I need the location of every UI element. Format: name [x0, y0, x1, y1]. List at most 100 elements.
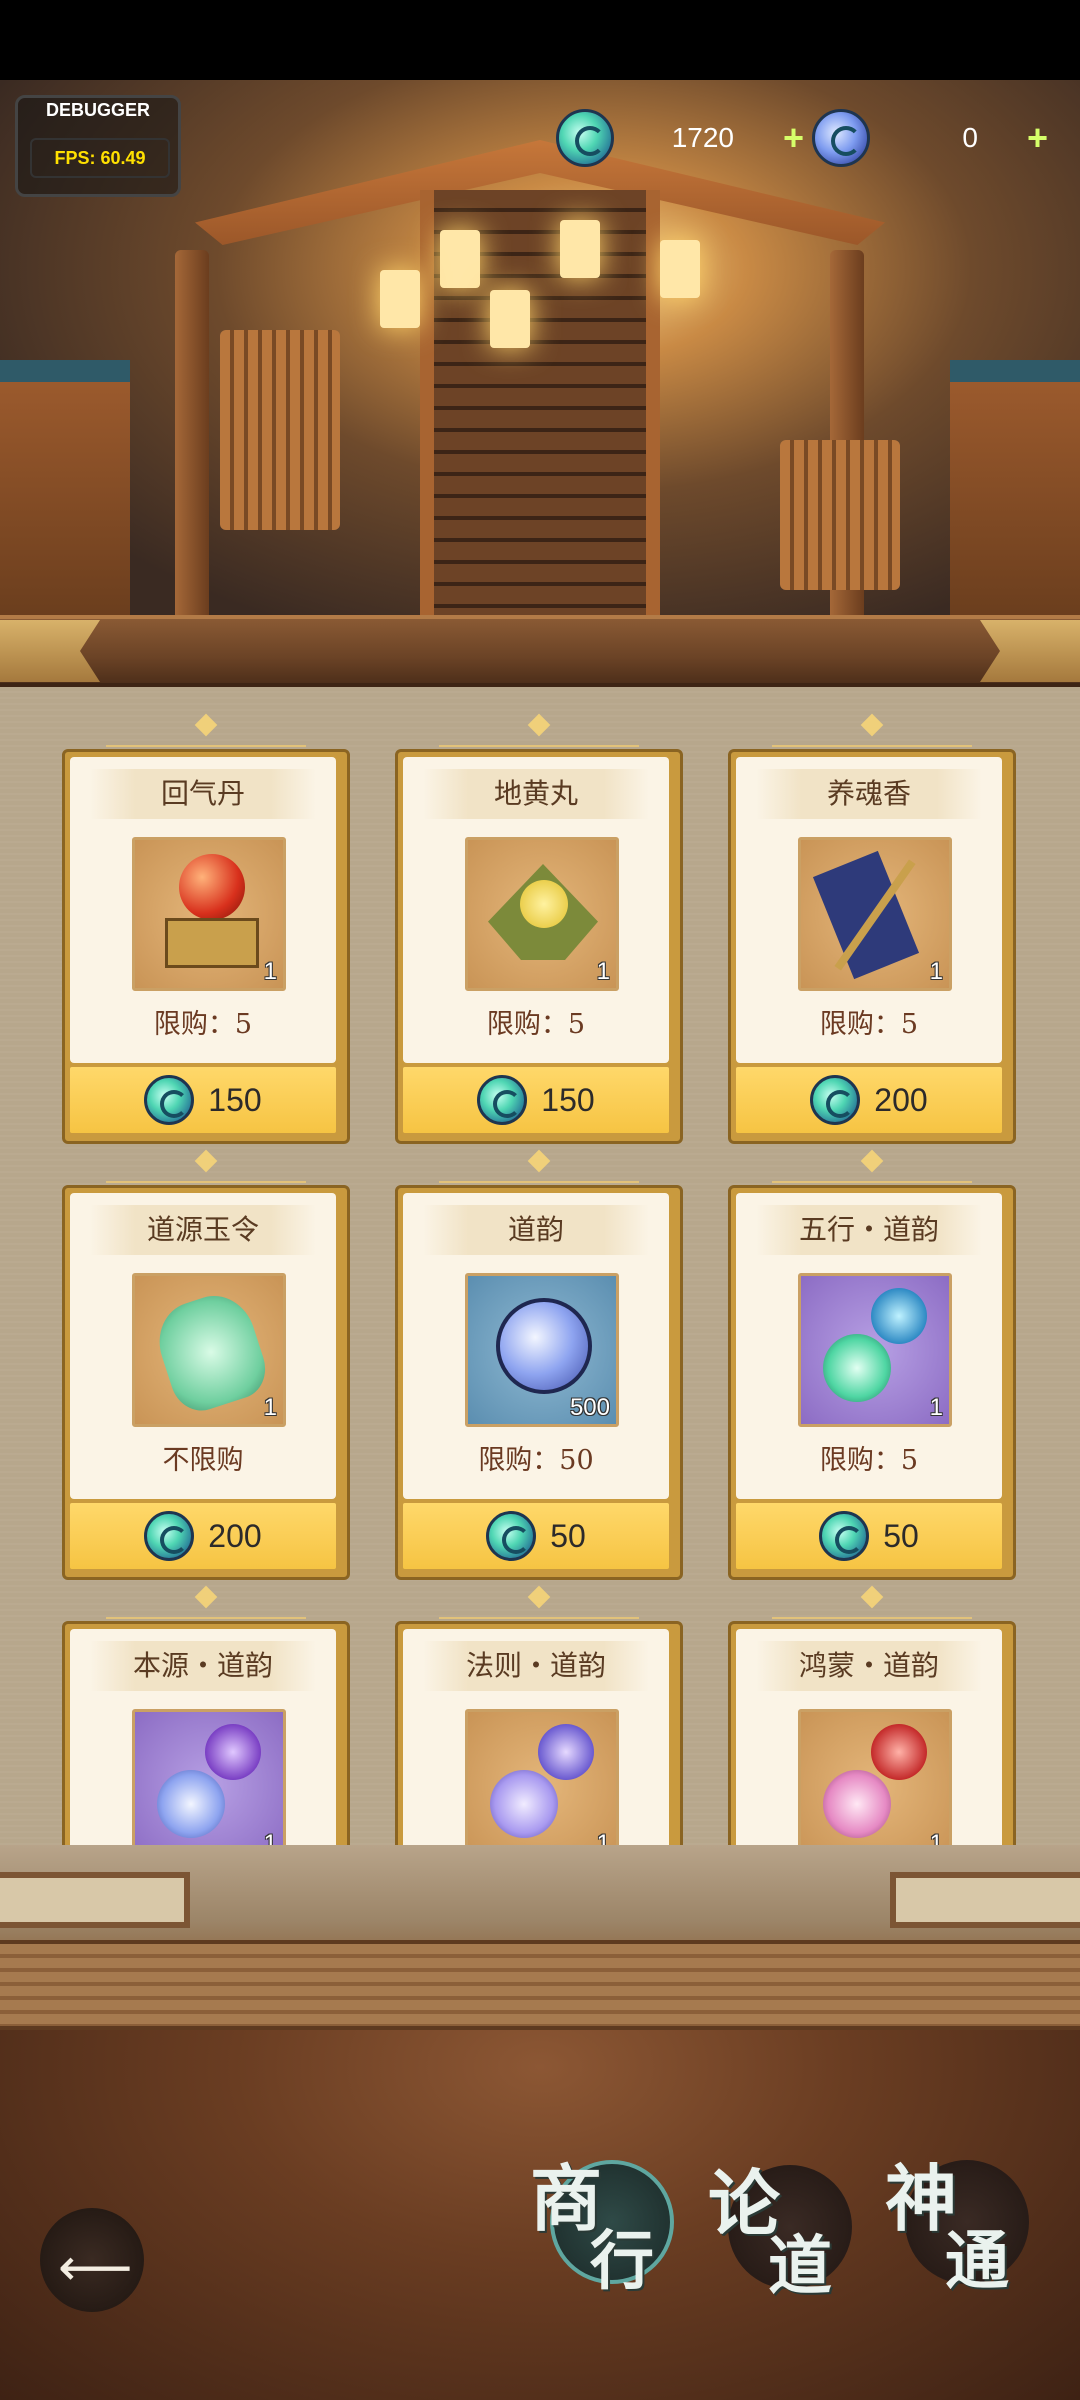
- jade-coin-icon: [477, 1075, 528, 1125]
- back-button[interactable]: ⟵: [40, 2208, 144, 2312]
- item-price: 200: [208, 1517, 262, 1554]
- item-name: 道源玉令: [90, 1205, 316, 1255]
- card-body: 本源・道韵 1: [70, 1629, 336, 1845]
- jade-coin-icon: [810, 1075, 861, 1125]
- back-arrow-icon: ⟵: [58, 2238, 133, 2298]
- frame-bracket: [0, 1872, 190, 1928]
- card-hanger: [106, 1153, 306, 1187]
- fps-readout: FPS: 60.49: [30, 138, 170, 178]
- bookshelf: [220, 330, 340, 530]
- item-price: 150: [208, 1081, 262, 1118]
- card-hanger: [439, 717, 639, 751]
- purchase-limit: 限购：5: [153, 1009, 253, 1040]
- shop-item-card[interactable]: 本源・道韵 1: [62, 1617, 350, 1845]
- tab-skills[interactable]: 神 通: [885, 2140, 1035, 2299]
- card-body: 地黄丸 1 限购：5: [403, 757, 669, 1063]
- card-body: 鸿蒙・道韵 1: [736, 1629, 1002, 1845]
- debugger-title: DEBUGGER: [45, 100, 150, 120]
- buy-button[interactable]: 150: [403, 1067, 669, 1133]
- jade-coin-icon: [144, 1511, 195, 1561]
- jade-coin-icon: [556, 109, 614, 167]
- item-name: 养魂香: [756, 769, 982, 819]
- item-quantity: 1: [929, 1394, 943, 1421]
- card-hanger: [106, 717, 306, 751]
- card-body: 五行・道韵 1 限购：5: [736, 1193, 1002, 1499]
- lantern: [440, 230, 480, 288]
- card-hanger: [439, 1153, 639, 1187]
- buy-button[interactable]: 200: [70, 1503, 336, 1569]
- purchase-limit: 限购：50: [478, 1445, 594, 1476]
- jade-coin-icon: [144, 1075, 195, 1125]
- wooden-beam: [0, 615, 1080, 687]
- lantern: [560, 220, 600, 278]
- item-name: 鸿蒙・道韵: [756, 1641, 982, 1691]
- add-blue-button[interactable]: +: [978, 117, 1048, 159]
- card-hanger: [772, 717, 972, 751]
- lantern: [380, 270, 420, 328]
- tab-char: 道: [768, 2229, 832, 2304]
- tab-dao[interactable]: 论 道: [708, 2145, 858, 2304]
- card-hanger: [772, 1153, 972, 1187]
- buy-button[interactable]: 50: [736, 1503, 1002, 1569]
- shop-item-card[interactable]: 地黄丸 1 限购：5 150: [395, 745, 683, 1144]
- buy-button[interactable]: 200: [736, 1067, 1002, 1133]
- item-image: 1: [132, 1709, 286, 1845]
- debugger-panel[interactable]: DEBUGGER FPS: 60.49: [15, 95, 181, 197]
- shop-item-card[interactable]: 回气丹 1 限购：5 150: [62, 745, 350, 1144]
- card-hanger: [106, 1589, 306, 1623]
- jade-coin-icon: [819, 1511, 870, 1561]
- card-body: 道韵 500 限购：50: [403, 1193, 669, 1499]
- shop-item-card[interactable]: 道韵 500 限购：50 50: [395, 1181, 683, 1580]
- blue-coin-icon: [812, 109, 870, 167]
- item-name: 五行・道韵: [756, 1205, 982, 1255]
- resource-blue: 0 +: [812, 108, 1048, 168]
- item-image: 1: [798, 1273, 952, 1427]
- shop-item-card[interactable]: 法则・道韵 1: [395, 1617, 683, 1845]
- item-name: 本源・道韵: [90, 1641, 316, 1691]
- shop-item-card[interactable]: 鸿蒙・道韵 1: [728, 1617, 1016, 1845]
- item-quantity: 1: [263, 1394, 277, 1421]
- buy-button[interactable]: 150: [70, 1067, 336, 1133]
- item-image: 1: [798, 1709, 952, 1845]
- status-bar: [0, 0, 1080, 80]
- card-body: 回气丹 1 限购：5: [70, 757, 336, 1063]
- resource-jade: 1720 +: [556, 108, 804, 168]
- item-name: 回气丹: [90, 769, 316, 819]
- resource-value: 0: [962, 122, 978, 153]
- bookshelf: [780, 440, 900, 590]
- item-price: 50: [883, 1517, 919, 1554]
- item-image: 1: [465, 1709, 619, 1845]
- item-quantity: 1: [929, 958, 943, 985]
- purchase-limit: 限购：5: [819, 1009, 919, 1040]
- shop-item-card[interactable]: 五行・道韵 1 限购：5 50: [728, 1181, 1016, 1580]
- purchase-limit: 不限购: [162, 1445, 244, 1476]
- item-image: 1: [132, 837, 286, 991]
- tab-shop[interactable]: 商 行: [530, 2140, 680, 2299]
- buy-button[interactable]: 50: [403, 1503, 669, 1569]
- wooden-rail: [0, 1940, 1080, 2030]
- item-quantity: 1: [596, 1830, 610, 1845]
- resource-value: 1720: [671, 122, 734, 153]
- item-name: 道韵: [423, 1205, 649, 1255]
- pillar: [175, 250, 209, 620]
- item-name: 地黄丸: [423, 769, 649, 819]
- shop-item-card[interactable]: 道源玉令 1 不限购 200: [62, 1181, 350, 1580]
- tab-char: 行: [590, 2224, 654, 2299]
- card-hanger: [772, 1589, 972, 1623]
- purchase-limit: 限购：5: [819, 1445, 919, 1476]
- card-body: 道源玉令 1 不限购: [70, 1193, 336, 1499]
- item-quantity: 1: [596, 958, 610, 985]
- lantern: [660, 240, 700, 298]
- shop-grid-area[interactable]: 回气丹 1 限购：5 150 地黄丸 1 限购：5 150 养魂香 1 限购：5 200 道源玉令 1 不限…: [0, 687, 1080, 1845]
- purchase-limit: 限购：5: [486, 1009, 586, 1040]
- lantern: [490, 290, 530, 348]
- item-price: 200: [874, 1081, 928, 1118]
- shop-item-card[interactable]: 养魂香 1 限购：5 200: [728, 745, 1016, 1144]
- card-body: 养魂香 1 限购：5: [736, 757, 1002, 1063]
- item-quantity: 1: [929, 1830, 943, 1845]
- add-jade-button[interactable]: +: [734, 117, 804, 159]
- item-image: 500: [465, 1273, 619, 1427]
- side-tower-left: [0, 360, 130, 620]
- item-price: 150: [541, 1081, 595, 1118]
- item-image: 1: [798, 837, 952, 991]
